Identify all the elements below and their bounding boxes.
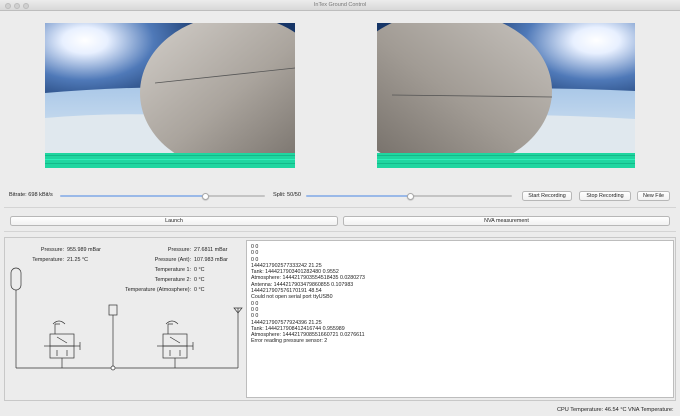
- split-slider-fill: [306, 195, 409, 197]
- separator: [4, 207, 676, 208]
- tank-icon: [10, 267, 22, 291]
- launch-button[interactable]: Launch: [10, 216, 338, 226]
- start-recording-button[interactable]: Start Recording: [522, 191, 572, 201]
- video-feed-right: [377, 23, 635, 168]
- pressure-sensor-icon: [108, 304, 118, 371]
- bitrate-slider[interactable]: [60, 191, 265, 201]
- vna-temperature-label: VNA Temperature:: [628, 407, 674, 413]
- sensor-panel: Pressure: 955.989 mBar Temperature: 21.2…: [5, 238, 245, 400]
- status-bar: CPU Temperature: 46.54 °C VNA Temperatur…: [0, 404, 680, 416]
- camera-image-right: [377, 23, 635, 168]
- split-slider-knob[interactable]: [407, 192, 414, 200]
- split-slider-rest: [409, 195, 512, 197]
- bitrate-label: Bitrate: 698 kBit/s: [9, 192, 53, 198]
- camera-image-left: [45, 23, 295, 168]
- bitrate-slider-rest: [205, 195, 265, 197]
- valve-icon: [157, 320, 194, 368]
- bitrate-slider-fill: [60, 195, 205, 197]
- telemetry-panel: Pressure: 955.989 mBar Temperature: 21.2…: [4, 237, 676, 401]
- outlet-icon: [233, 307, 243, 368]
- split-slider[interactable]: [306, 191, 512, 201]
- video-area: [0, 11, 680, 181]
- title-bar: InTex Ground Control: [0, 0, 680, 11]
- log-output[interactable]: 0 00 00 0 1444217902577333242 21.25 Tank: …: [246, 240, 674, 398]
- nva-measurement-button[interactable]: NVA measurement: [343, 216, 670, 226]
- bitrate-slider-knob[interactable]: [202, 192, 209, 200]
- pneumatic-valve-diagram: [10, 267, 243, 371]
- log-line: Error reading pressure sensor: 2: [251, 338, 328, 345]
- window-title: InTex Ground Control: [313, 2, 367, 8]
- separator: [4, 231, 676, 232]
- split-label: Split: 50/50: [273, 192, 301, 198]
- cpu-temperature-label: CPU Temperature: 46.54 °C: [557, 407, 627, 413]
- stop-recording-button[interactable]: Stop Recording: [579, 191, 631, 201]
- valve-icon: [44, 320, 81, 368]
- video-feed-left: [45, 23, 295, 168]
- new-file-button[interactable]: New File: [637, 191, 670, 201]
